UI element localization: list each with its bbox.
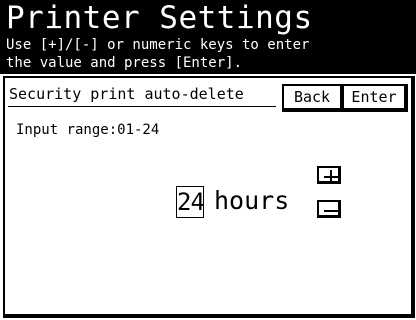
unit-label: hours bbox=[214, 186, 290, 215]
back-button[interactable]: Back bbox=[282, 84, 344, 112]
hours-value-field[interactable]: 24 bbox=[176, 186, 205, 218]
instruction-line-2: the value and press [Enter]. bbox=[6, 55, 243, 71]
field-label-underline bbox=[8, 106, 276, 107]
plus-icon bbox=[324, 170, 338, 184]
field-label: Security print auto-delete bbox=[9, 85, 244, 103]
instruction-line-1: Use [+]/[-] or numeric keys to enter bbox=[6, 37, 310, 53]
decrement-button[interactable] bbox=[317, 200, 341, 218]
page-title: Printer Settings bbox=[6, 0, 313, 36]
minus-icon bbox=[324, 210, 338, 212]
settings-panel: Security print auto-delete Back Enter In… bbox=[3, 76, 415, 318]
header-bar: Printer Settings Use [+]/[-] or numeric … bbox=[0, 0, 416, 74]
input-range-text: Input range:01-24 bbox=[16, 122, 160, 138]
increment-button[interactable] bbox=[317, 166, 341, 184]
enter-button[interactable]: Enter bbox=[342, 84, 408, 112]
